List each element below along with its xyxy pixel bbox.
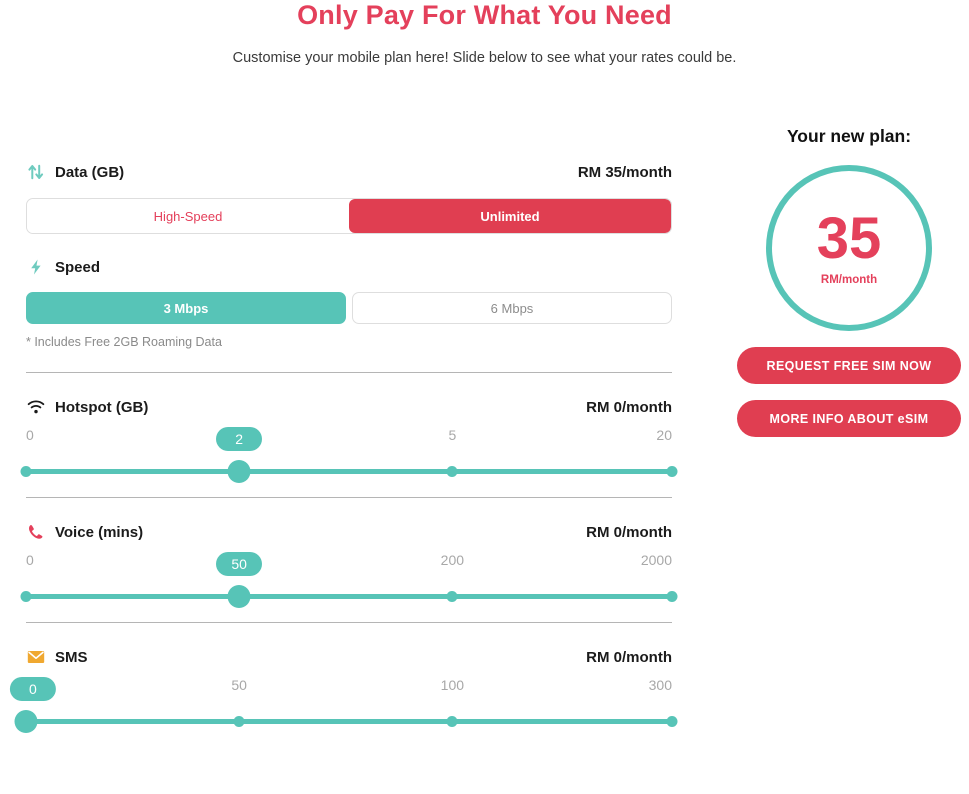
roaming-note: * Includes Free 2GB Roaming Data: [26, 335, 222, 349]
data-option-unlimited[interactable]: Unlimited: [349, 199, 671, 233]
data-section-header: Data (GB) RM 35/month: [26, 160, 672, 184]
lightning-bolt-icon: [26, 257, 46, 277]
sms-label-group: SMS: [26, 647, 88, 667]
data-label-group: Data (GB): [26, 162, 124, 182]
plan-configurator-page: Only Pay For What You Need Customise you…: [0, 0, 969, 794]
up-down-arrows-icon: [26, 162, 46, 182]
data-price: RM 35/month: [577, 163, 672, 181]
speed-section: Speed 3 Mbps 6 Mbps * Includes Free 2GB …: [26, 255, 672, 349]
sms-value-bubble: 0: [9, 677, 56, 701]
voice-slider[interactable]: 0 200 2000 50: [20, 552, 678, 610]
request-free-sim-button[interactable]: REQUEST FREE SIM NOW: [737, 347, 961, 384]
voice-tick-0: 0: [26, 552, 34, 568]
hotspot-tick-dot-5: [446, 466, 458, 477]
voice-value-bubble: 50: [216, 552, 263, 576]
data-type-toggle[interactable]: High-Speed Unlimited: [26, 198, 672, 234]
voice-slider-handle[interactable]: [227, 585, 251, 608]
hotspot-slider[interactable]: 0 5 20 2: [20, 427, 678, 485]
data-label: Data (GB): [55, 163, 125, 181]
sms-slider[interactable]: 50 100 300 0: [9, 677, 678, 735]
page-title: Only Pay For What You Need: [297, 0, 672, 30]
voice-tick-dot-2000: [666, 591, 678, 602]
voice-section: Voice (mins) RM 0/month 0 200 2000 50: [20, 520, 678, 610]
voice-price: RM 0/month: [586, 523, 672, 541]
hotspot-slider-handle[interactable]: [227, 460, 251, 483]
sms-slider-handle[interactable]: [14, 710, 38, 733]
voice-tick-2000: 2000: [640, 552, 672, 568]
data-section: Data (GB) RM 35/month High-Speed Unlimit…: [26, 160, 672, 234]
voice-label-group: Voice (mins): [26, 522, 143, 542]
sms-tick-dot-300: [666, 716, 678, 727]
plan-configurator: Data (GB) RM 35/month High-Speed Unlimit…: [9, 160, 678, 735]
plan-price-amount: 35: [816, 206, 882, 271]
hotspot-section: Hotspot (GB) RM 0/month 0 5 20 2: [20, 395, 678, 485]
hotspot-price: RM 0/month: [586, 398, 672, 416]
speed-toggle[interactable]: 3 Mbps 6 Mbps: [26, 292, 672, 324]
voice-section-header: Voice (mins) RM 0/month: [26, 520, 672, 544]
voice-tick-200: 200: [440, 552, 465, 568]
hotspot-tick-5: 5: [448, 427, 457, 443]
sms-tick-dot-50: [233, 716, 245, 727]
plan-price-circle: 35 RM/month: [766, 165, 932, 331]
speed-option-3mbps[interactable]: 3 Mbps: [26, 292, 346, 324]
voice-label: Voice (mins): [55, 523, 144, 541]
divider-after-voice: [26, 622, 672, 623]
divider-after-hotspot: [26, 497, 672, 498]
data-option-high-speed[interactable]: High-Speed: [27, 199, 349, 233]
envelope-icon: [26, 647, 46, 667]
sms-tick-300: 300: [648, 677, 672, 693]
hotspot-label: Hotspot (GB): [55, 398, 149, 416]
more-info-esim-button[interactable]: MORE INFO ABOUT eSIM: [737, 400, 961, 437]
phone-icon: [26, 522, 46, 542]
hotspot-slider-track[interactable]: [26, 469, 672, 474]
speed-label-group: Speed: [26, 257, 100, 277]
summary-title: Your new plan:: [786, 126, 912, 146]
hotspot-section-header: Hotspot (GB) RM 0/month: [26, 395, 672, 419]
plan-price-unit: RM/month: [820, 274, 878, 286]
sms-section-header: SMS RM 0/month: [26, 645, 672, 669]
sms-tick-100: 100: [440, 677, 465, 693]
hotspot-label-group: Hotspot (GB): [26, 397, 148, 417]
speed-label: Speed: [55, 258, 101, 276]
plan-summary-panel: Your new plan: 35 RM/month REQUEST FREE …: [737, 126, 961, 437]
sms-price: RM 0/month: [586, 648, 672, 666]
sms-slider-track[interactable]: [26, 719, 672, 724]
hotspot-tick-dot-0: [20, 466, 32, 477]
sms-tick-dot-100: [446, 716, 458, 727]
hotspot-tick-20: 20: [656, 427, 672, 443]
voice-tick-dot-0: [20, 591, 32, 602]
voice-tick-dot-200: [446, 591, 458, 602]
page-subtitle: Customise your mobile plan here! Slide b…: [232, 50, 737, 66]
hotspot-tick-dot-20: [666, 466, 678, 477]
wifi-icon: [26, 397, 46, 417]
divider-after-speed: [26, 372, 672, 373]
sms-label: SMS: [55, 648, 88, 666]
hotspot-tick-0: 0: [26, 427, 34, 443]
hotspot-value-bubble: 2: [216, 427, 263, 451]
voice-slider-track[interactable]: [26, 594, 672, 599]
speed-option-6mbps[interactable]: 6 Mbps: [352, 292, 672, 324]
sms-tick-50: 50: [231, 677, 247, 693]
speed-section-header: Speed: [26, 255, 672, 279]
sms-section: SMS RM 0/month 50 100 300 0: [9, 645, 678, 735]
